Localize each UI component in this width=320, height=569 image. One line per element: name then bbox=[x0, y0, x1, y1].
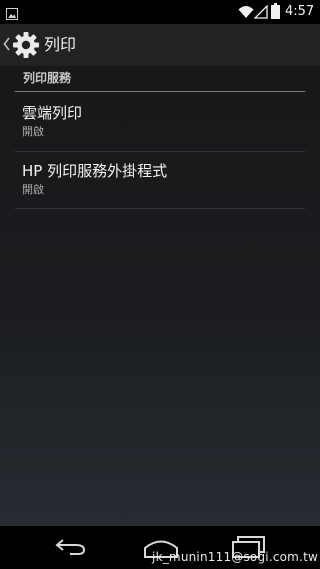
cell-signal-icon bbox=[253, 4, 268, 23]
list-item-summary: 開啟 bbox=[22, 183, 44, 196]
page-title: 列印 bbox=[44, 35, 77, 54]
status-time: 4:57 bbox=[285, 4, 315, 19]
list-item-hp-print-plugin[interactable]: HP 列印服務外掛程式 開啟 bbox=[15, 151, 305, 208]
action-bar: 列印 bbox=[0, 24, 320, 66]
list-item-title: 雲端列印 bbox=[22, 104, 83, 122]
screen: 4:57 列印 列印服務 雲端列印 開啟 HP 列印服務外掛程式 開啟 jk_m… bbox=[0, 0, 320, 569]
battery-icon bbox=[271, 3, 280, 23]
wifi-icon bbox=[238, 4, 254, 23]
image-notification-icon bbox=[6, 5, 18, 24]
list-item-cloud-print[interactable]: 雲端列印 開啟 bbox=[15, 93, 305, 150]
list-item-title: HP 列印服務外掛程式 bbox=[22, 162, 168, 180]
section-divider bbox=[15, 91, 305, 92]
section-header-print-services: 列印服務 bbox=[23, 71, 72, 85]
status-bar: 4:57 bbox=[0, 0, 320, 24]
back-icon[interactable] bbox=[54, 538, 88, 560]
list-divider bbox=[15, 208, 305, 209]
watermark-text: jk_munin111@sogi.com.tw bbox=[152, 550, 318, 564]
gear-icon[interactable] bbox=[12, 31, 40, 63]
list-item-summary: 開啟 bbox=[22, 125, 44, 138]
chevron-left-icon[interactable] bbox=[3, 36, 11, 55]
